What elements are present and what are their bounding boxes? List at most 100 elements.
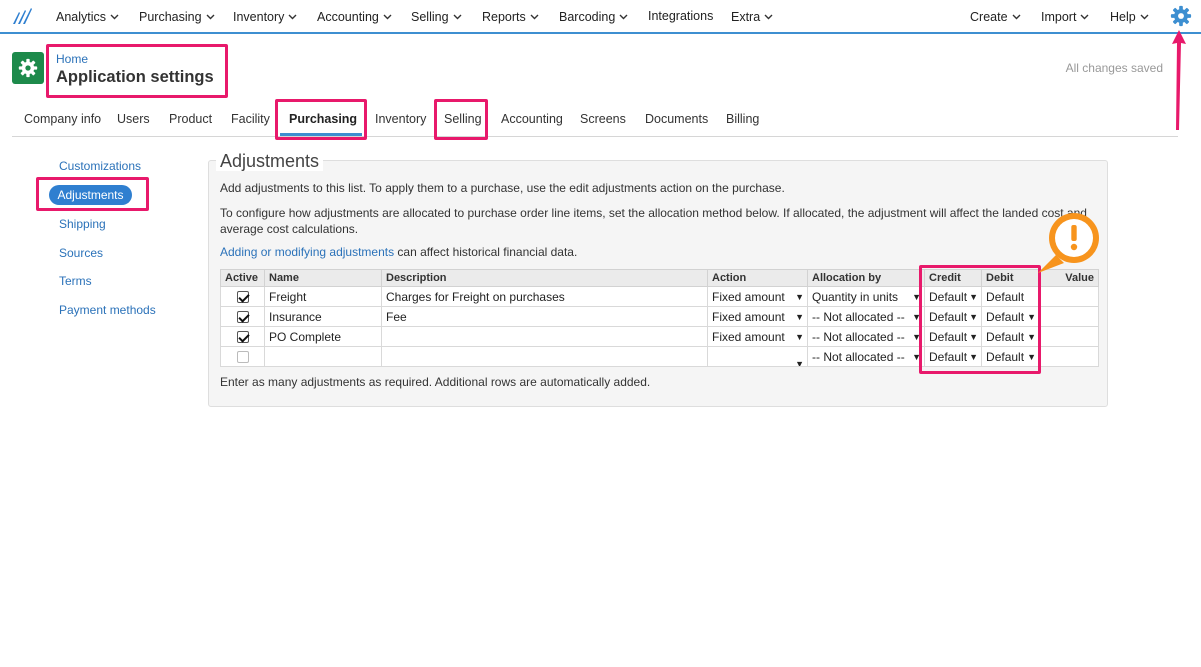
tab-company-info[interactable]: Company info [24, 112, 101, 126]
allocation-select[interactable]: -- Not allocated -- ▼ [807, 346, 925, 367]
tab-screens[interactable]: Screens [580, 112, 626, 126]
sidebar-item-payment-methods[interactable]: Payment methods [59, 303, 156, 317]
chevron-down-icon [453, 9, 462, 23]
nav-accounting[interactable]: Accounting [317, 9, 392, 24]
app-settings-icon [12, 52, 44, 84]
chevron-down-icon [530, 9, 539, 23]
dropdown-arrow-icon: ▼ [795, 291, 804, 302]
nav-create[interactable]: Create [970, 9, 1021, 24]
value-cell[interactable] [1039, 326, 1100, 347]
name-cell[interactable] [264, 346, 382, 367]
nav-purchasing[interactable]: Purchasing [139, 9, 215, 24]
allocation-select[interactable]: -- Not allocated -- ▼ [807, 306, 925, 327]
annotation-arrow-icon [1172, 30, 1186, 130]
sidebar-item-sources[interactable]: Sources [59, 246, 103, 260]
column-header-action: Action [707, 269, 808, 287]
value-cell[interactable] [1039, 346, 1100, 367]
tab-billing[interactable]: Billing [726, 112, 759, 126]
sidebar-item-customizations[interactable]: Customizations [59, 159, 141, 173]
nav-item-label: Selling [411, 10, 449, 24]
description-cell[interactable] [381, 326, 708, 347]
tab-users[interactable]: Users [117, 112, 150, 126]
intro-text: Add adjustments to this list. To apply t… [220, 181, 785, 195]
description-cell[interactable]: Fee [381, 306, 708, 327]
nav-inventory[interactable]: Inventory [233, 9, 297, 24]
nav-help[interactable]: Help [1110, 9, 1149, 24]
active-cell [220, 346, 265, 367]
chevron-down-icon [1080, 9, 1089, 23]
allocation-select[interactable]: Quantity in units ▼ [807, 286, 925, 307]
chevron-down-icon [1140, 9, 1149, 23]
adjustments-help-link[interactable]: Adding or modifying adjustments [220, 245, 394, 259]
value-cell[interactable] [1039, 306, 1100, 327]
nav-item-label: Accounting [317, 10, 379, 24]
table-footer-text: Enter as many adjustments as required. A… [220, 375, 651, 389]
nav-item-label: Integrations [648, 9, 714, 23]
column-header-description: Description [381, 269, 708, 287]
name-cell[interactable]: Freight [264, 286, 382, 307]
nav-item-label: Analytics [56, 10, 107, 24]
action-value: Fixed amount [712, 329, 785, 344]
action-value: Fixed amount [712, 309, 785, 324]
allocation-select[interactable]: -- Not allocated -- ▼ [807, 326, 925, 347]
highlight-credit-debit [919, 265, 1041, 374]
nav-selling[interactable]: Selling [411, 9, 462, 24]
tab-accounting[interactable]: Accounting [501, 112, 563, 126]
exclamation-icon [1038, 213, 1099, 273]
active-cell [220, 286, 265, 307]
active-checkbox[interactable] [236, 351, 249, 364]
nav-integrations[interactable]: Integrations [648, 9, 713, 23]
nav-item-label: Extra [731, 10, 761, 24]
allocation-value: -- Not allocated -- [812, 349, 905, 364]
nav-item-label: Reports [482, 10, 526, 24]
tab-facility[interactable]: Facility [231, 112, 270, 126]
action-select[interactable]: Fixed amount ▼ [707, 326, 808, 347]
nav-extra[interactable]: Extra [731, 9, 773, 24]
tab-documents[interactable]: Documents [645, 112, 708, 126]
name-cell[interactable]: PO Complete [264, 326, 382, 347]
action-select[interactable]: Fixed amount ▼ [707, 306, 808, 327]
nav-reports[interactable]: Reports [482, 9, 539, 24]
value-cell[interactable] [1039, 286, 1100, 307]
nav-barcoding[interactable]: Barcoding [559, 9, 628, 24]
action-select[interactable]: Fixed amount ▼ [707, 286, 808, 307]
nav-analytics[interactable]: Analytics [56, 9, 119, 24]
nav-item-label: Help [1110, 10, 1136, 24]
config-text-line1: To configure how adjustments are allocat… [220, 206, 1087, 220]
app-logo-icon[interactable] [12, 7, 34, 25]
top-nav: Analytics Purchasing Inventory Accountin… [0, 0, 1201, 34]
name-cell[interactable]: Insurance [264, 306, 382, 327]
nav-import[interactable]: Import [1041, 9, 1089, 24]
chevron-down-icon [764, 9, 773, 23]
nav-item-label: Import [1041, 10, 1077, 24]
allocation-value: -- Not allocated -- [812, 329, 905, 344]
sidebar-item-shipping[interactable]: Shipping [59, 217, 106, 231]
tab-inventory[interactable]: Inventory [375, 112, 426, 126]
dropdown-arrow-icon: ▼ [795, 311, 804, 322]
action-value: Fixed amount [712, 289, 785, 304]
action-select[interactable]: ▼ [707, 346, 808, 367]
active-checkbox[interactable] [236, 311, 249, 324]
active-cell [220, 326, 265, 347]
tab-product[interactable]: Product [169, 112, 212, 126]
chevron-down-icon [383, 9, 392, 23]
config-text-line2: average cost calculations. [220, 222, 359, 236]
gear-icon [18, 58, 38, 78]
highlight-title-box [46, 44, 228, 98]
active-checkbox[interactable] [236, 291, 249, 304]
description-cell[interactable]: Charges for Freight on purchases [381, 286, 708, 307]
nav-item-label: Purchasing [139, 10, 202, 24]
highlight-adjustments-item [36, 177, 149, 211]
chevron-down-icon [1012, 9, 1021, 23]
nav-item-label: Barcoding [559, 10, 616, 24]
allocation-value: -- Not allocated -- [812, 309, 905, 324]
active-checkbox[interactable] [236, 331, 249, 344]
warning-text-rest: can affect historical financial data. [394, 245, 578, 259]
gear-icon[interactable] [1170, 5, 1192, 27]
sidebar-item-terms[interactable]: Terms [59, 274, 92, 288]
description-cell[interactable] [381, 346, 708, 367]
highlight-selling-tab [434, 99, 488, 140]
warning-text: Adding or modifying adjustments can affe… [220, 245, 577, 259]
active-cell [220, 306, 265, 327]
chevron-down-icon [206, 9, 215, 23]
